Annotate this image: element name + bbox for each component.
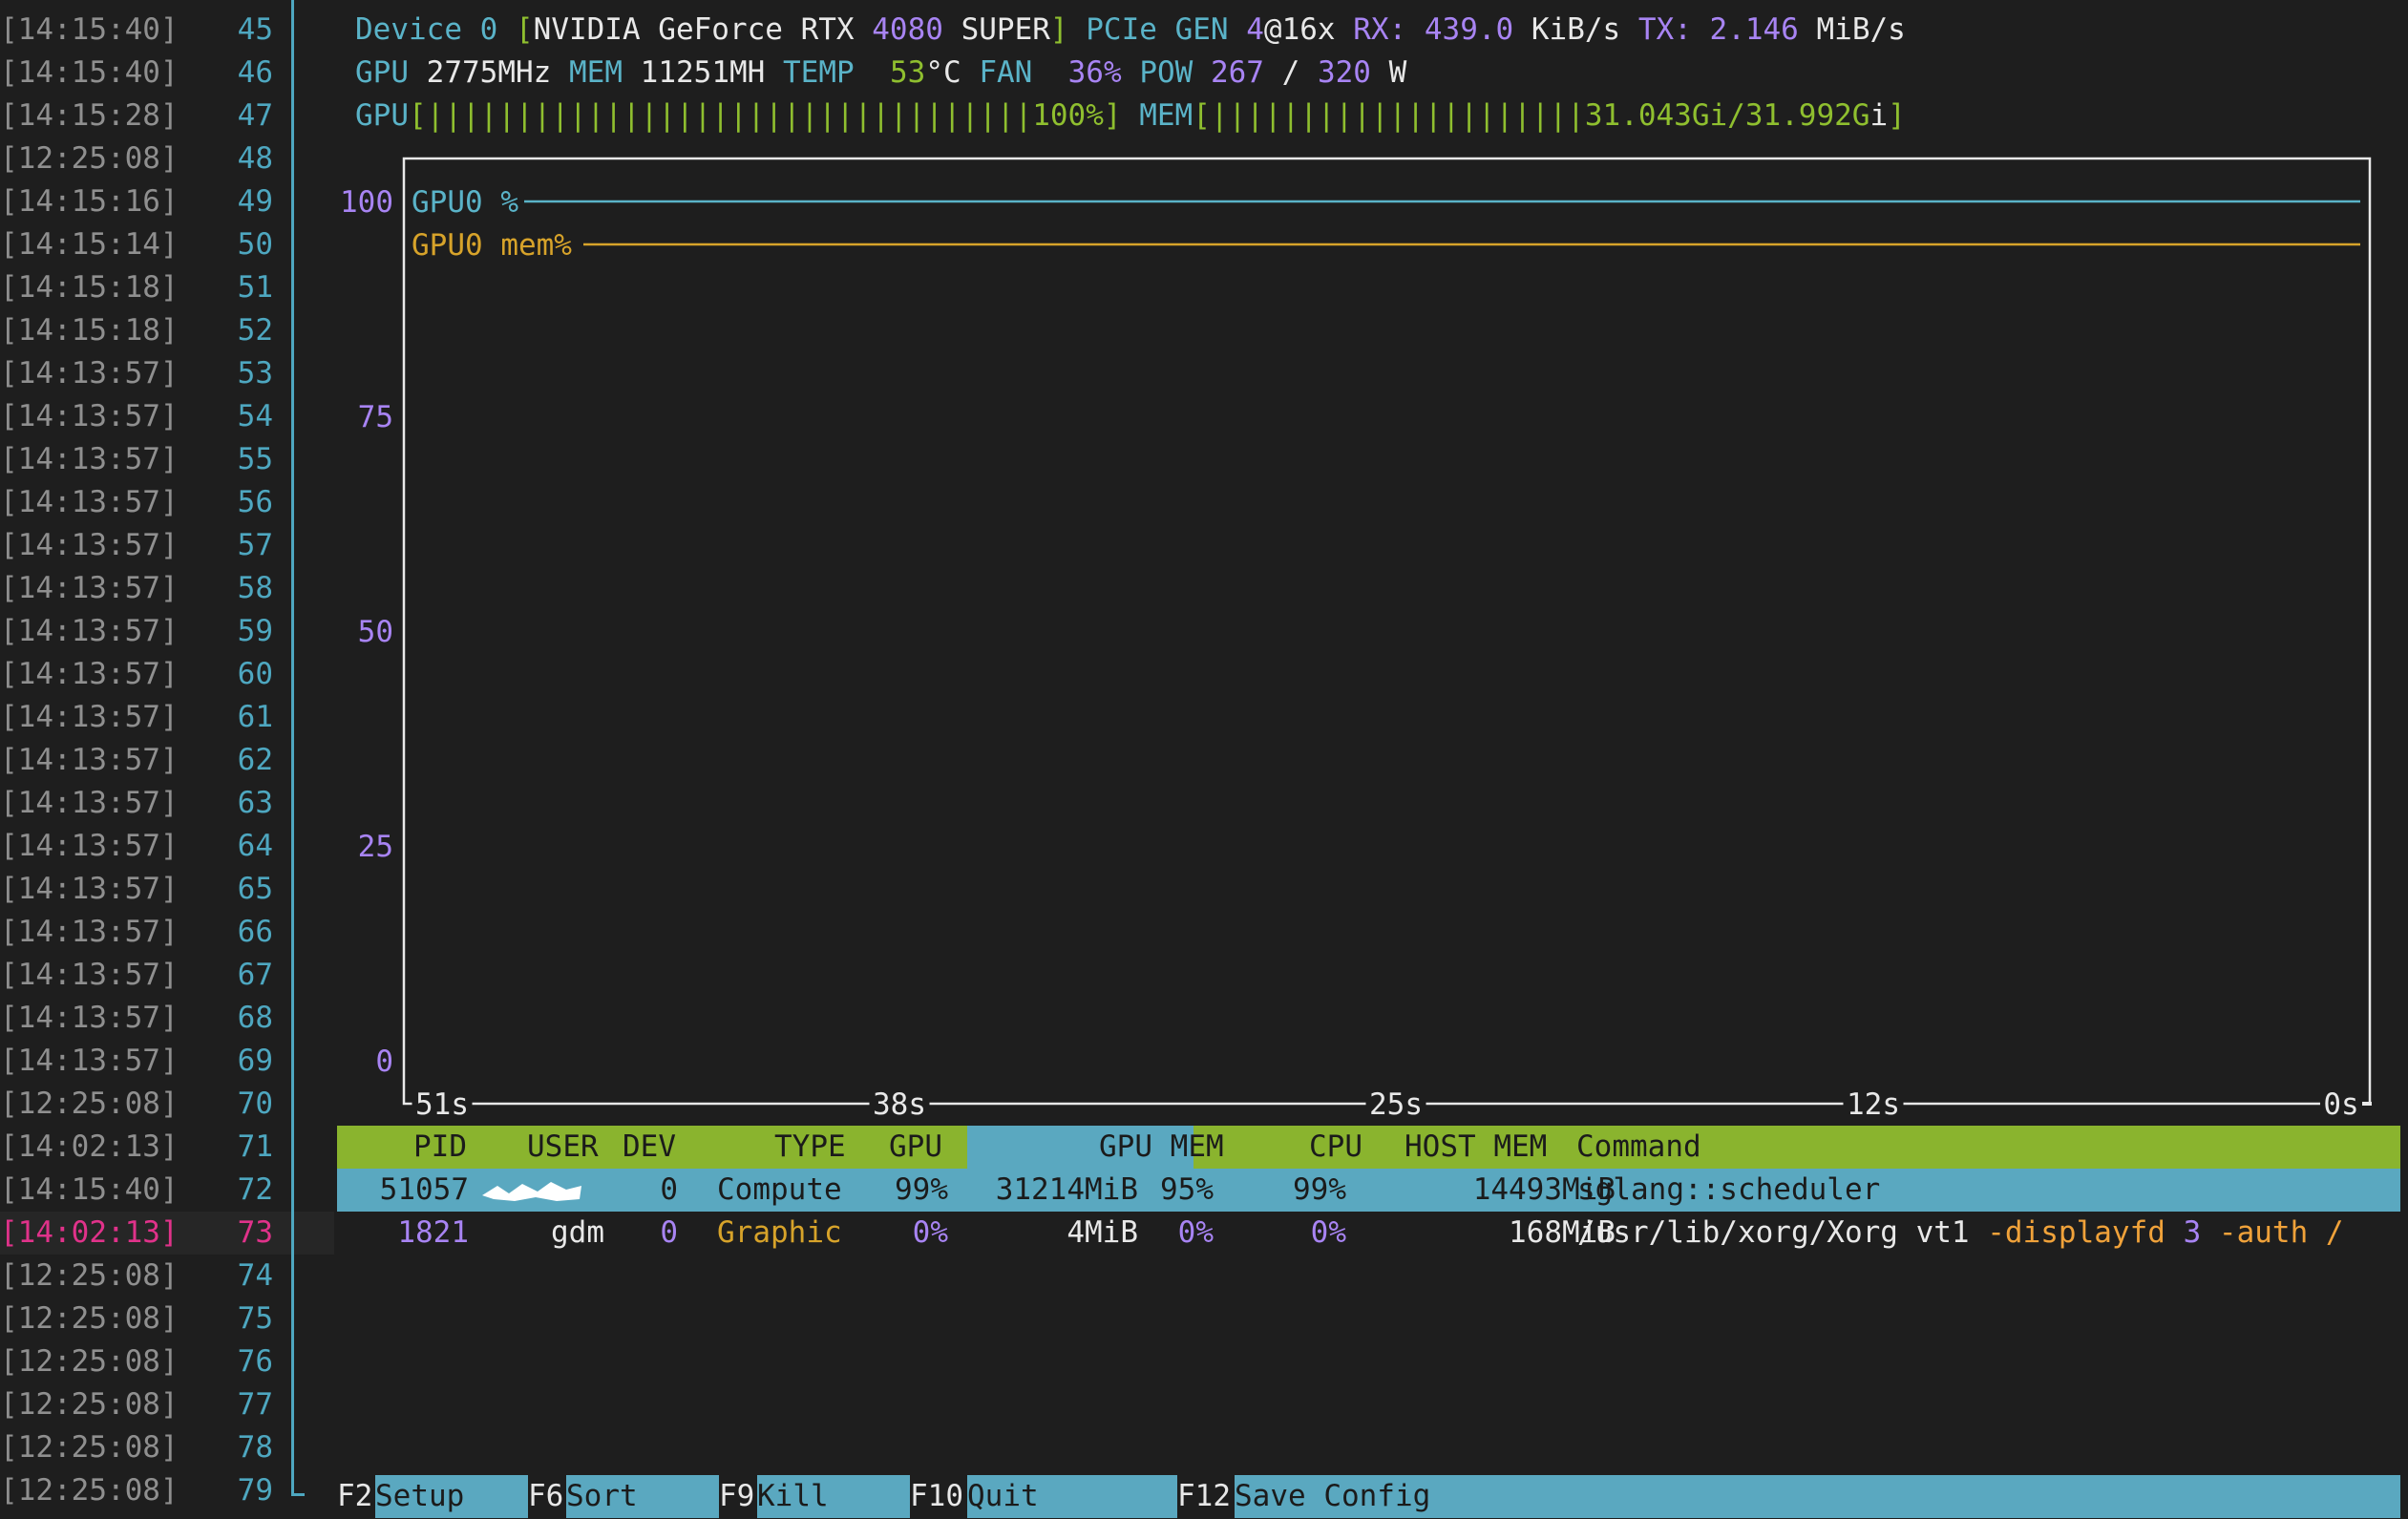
y-tick-label: 75 — [358, 400, 393, 434]
series-label-0: GPU0 % — [412, 185, 518, 220]
row-pid: 51057 — [379, 1172, 469, 1207]
fkey-f6[interactable]: F6 — [528, 1475, 566, 1518]
row-cpu: 99% — [1293, 1172, 1346, 1207]
col-gpu-mem[interactable]: GPU MEM — [1099, 1126, 1224, 1169]
y-tick-label: 0 — [375, 1044, 393, 1079]
row-command-arg: -displayfd — [1987, 1215, 2184, 1250]
user-redacted-mark — [482, 1182, 581, 1201]
fkey-f10[interactable]: F10 — [910, 1475, 967, 1518]
row-gpu-mem: 4MiB — [1067, 1215, 1138, 1250]
series-label-1: GPU0 mem% — [412, 228, 572, 263]
row-type: Compute — [717, 1172, 842, 1207]
row-command-arg-value: 3 — [2183, 1215, 2202, 1250]
col-user[interactable]: USER — [527, 1126, 599, 1169]
fkey-f12-label[interactable]: Save Config — [1235, 1475, 2400, 1518]
x-tick-label: 12s — [1847, 1087, 1900, 1122]
fkey-f12[interactable]: F12 — [1177, 1475, 1235, 1518]
row-gpu-mem-pct: 0% — [1177, 1215, 1214, 1250]
fkey-f6-label[interactable]: Sort — [566, 1475, 719, 1518]
x-tick-label: 51s — [415, 1087, 469, 1122]
fkey-f10-label[interactable]: Quit — [967, 1475, 1177, 1518]
process-table-header: PID USER DEV TYPE GPU GPU MEM CPU HOST M… — [337, 1126, 2400, 1169]
row-gpu: 0% — [912, 1215, 948, 1250]
row-command: /usr/lib/xorg/Xorg vt1 — [1577, 1215, 1988, 1250]
x-tick-label: 38s — [873, 1087, 926, 1122]
col-type[interactable]: TYPE — [774, 1126, 846, 1169]
col-host-mem[interactable]: HOST MEM — [1405, 1126, 1547, 1169]
col-command[interactable]: Command — [1576, 1126, 1701, 1169]
process-row-selected[interactable]: 51057 0 Compute 99% 31214MiB 95% 99% 144… — [337, 1169, 2400, 1212]
col-pid[interactable]: PID — [413, 1126, 467, 1169]
x-tick-label: 0s — [2323, 1087, 2358, 1122]
col-cpu[interactable]: CPU — [1309, 1126, 1362, 1169]
gpu-usage-chart: 100 75 50 25 0 51s 38s 25s 12s 0s GPU0 % GPU0 mem% — [340, 157, 2372, 1122]
row-gpu-mem-pct: 95% — [1160, 1172, 1214, 1207]
row-gpu: 99% — [895, 1172, 948, 1207]
row-user: gdm — [551, 1215, 604, 1250]
row-dev: 0 — [660, 1172, 678, 1207]
row-gpu-mem: 31214MiB — [995, 1172, 1138, 1207]
header-bg-right — [1193, 1126, 2400, 1169]
fkey-f9-label[interactable]: Kill — [757, 1475, 910, 1518]
chart-frame — [402, 157, 2372, 1106]
fkey-f2[interactable]: F2 — [337, 1475, 375, 1518]
row-dev: 0 — [660, 1215, 678, 1250]
function-key-bar: F2 Setup F6 Sort F9 Kill F10 Quit F12 Save Config — [337, 1475, 2400, 1518]
x-tick-label: 25s — [1369, 1087, 1423, 1122]
y-tick-label: 25 — [358, 830, 393, 864]
y-tick-label: 100 — [340, 185, 393, 220]
row-command-arg-tail: -auth / — [2201, 1215, 2344, 1250]
row-host-mem: 14493MiB — [1472, 1172, 1616, 1207]
process-row[interactable]: 1821 gdm 0 Graphic 0% 4MiB 0% 0% 168MiB … — [337, 1212, 2400, 1255]
row-type: Graphic — [717, 1215, 842, 1250]
col-dev[interactable]: DEV — [623, 1126, 676, 1169]
row-host-mem: 168MiB — [1509, 1215, 1616, 1250]
fkey-f2-label[interactable]: Setup — [375, 1475, 528, 1518]
row-command-cell: /usr/lib/xorg/Xorg vt1 -displayfd 3 -aut… — [1577, 1212, 2344, 1255]
row-cpu: 0% — [1310, 1215, 1346, 1250]
row-pid: 1821 — [397, 1215, 469, 1250]
y-tick-label: 50 — [358, 615, 393, 649]
fkey-f9[interactable]: F9 — [719, 1475, 757, 1518]
col-gpu[interactable]: GPU — [889, 1126, 942, 1169]
row-command: sglang::scheduler — [1577, 1172, 1881, 1207]
